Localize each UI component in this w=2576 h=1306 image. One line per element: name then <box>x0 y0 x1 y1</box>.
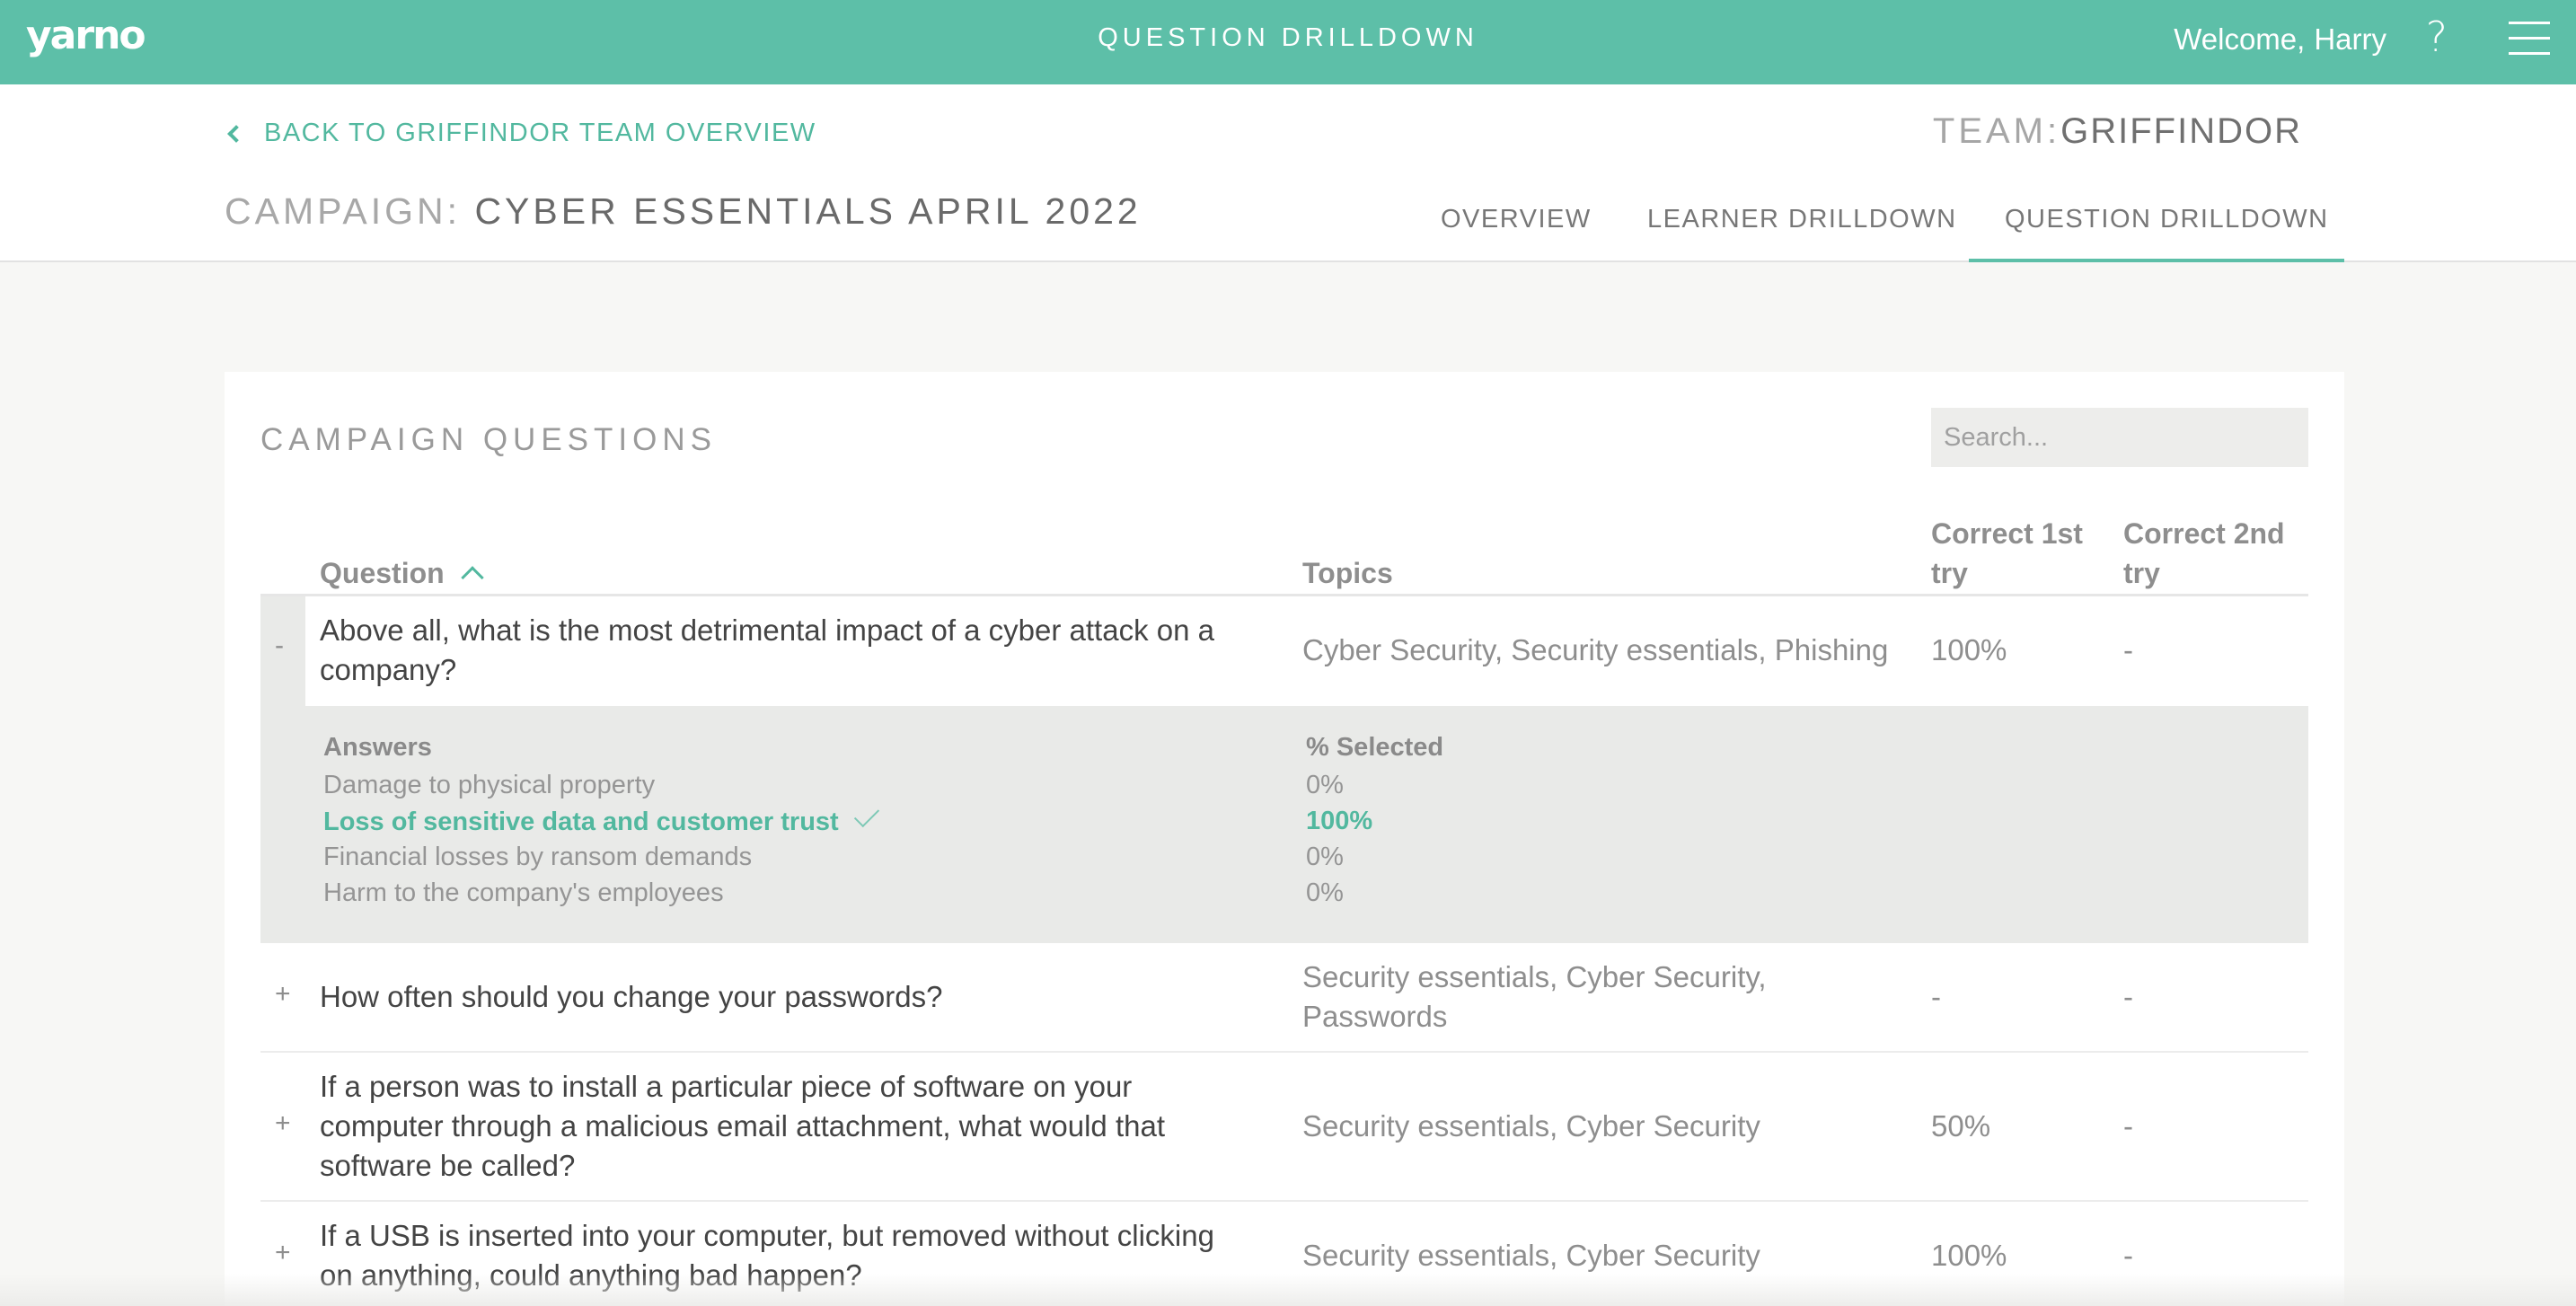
answer-percent: 0% <box>1306 878 1344 907</box>
checkmark-icon <box>853 801 879 828</box>
topics-text: Cyber Security, Security essentials, Phi… <box>1302 633 1889 666</box>
welcome-message: Welcome, Harry <box>2174 22 2386 57</box>
correct-2nd-value: - <box>2123 1239 2133 1272</box>
table-row[interactable]: + If a person was to install a particula… <box>260 1053 2308 1202</box>
user-name: Harry <box>2314 22 2386 56</box>
collapse-toggle[interactable]: - <box>275 631 284 661</box>
team-label: TEAM: <box>1932 111 2061 151</box>
answer-option: Financial losses by ransom demands <box>323 843 753 871</box>
back-to-team-overview-link[interactable]: BACK TO GRIFFINDOR TEAM OVERVIEW <box>225 119 816 148</box>
campaign-label: CAMPAIGN: <box>225 190 462 232</box>
question-text: Above all, what is the most detrimental … <box>320 613 1214 686</box>
tab-learner-drilldown[interactable]: LEARNER DRILLDOWN <box>1647 205 1957 234</box>
card-title: CAMPAIGN QUESTIONS <box>260 422 717 457</box>
expand-toggle[interactable]: + <box>275 1238 291 1268</box>
campaign-name: CYBER ESSENTIALS APRIL 2022 <box>474 190 1142 232</box>
campaign-title: CAMPAIGN: CYBER ESSENTIALS APRIL 2022 <box>225 190 1142 233</box>
hamburger-menu-icon[interactable] <box>2509 22 2550 56</box>
team-indicator: TEAM:GRIFFINDOR <box>1933 111 2302 152</box>
help-icon[interactable]: ? <box>2426 13 2448 61</box>
column-header-topics[interactable]: Topics <box>1302 553 1393 593</box>
expand-toggle[interactable]: + <box>275 979 291 1010</box>
correct-1st-value: - <box>1931 980 1941 1013</box>
tab-question-drilldown[interactable]: QUESTION DRILLDOWN <box>1969 176 2344 262</box>
question-text: How often should you change your passwor… <box>320 980 943 1013</box>
table-header: Question Topics Correct 1st try Correct … <box>260 503 2308 596</box>
sort-ascending-icon[interactable] <box>460 566 484 589</box>
correct-1st-value: 50% <box>1931 1109 1991 1143</box>
correct-2nd-value: - <box>2123 980 2133 1013</box>
team-name: GRIFFINDOR <box>2060 111 2302 151</box>
column-header-question[interactable]: Question <box>320 553 484 593</box>
campaign-questions-card: CAMPAIGN QUESTIONS Question Topics Corre… <box>225 372 2344 1306</box>
search-input[interactable] <box>1931 408 2308 467</box>
correct-1st-value: 100% <box>1931 633 2007 666</box>
answer-percent: 0% <box>1306 843 1344 871</box>
topics-text: Security essentials, Cyber Security, Pas… <box>1302 960 1767 1033</box>
answers-header: Answers <box>323 733 432 762</box>
answer-option: Damage to physical property <box>323 771 656 799</box>
question-text: If a person was to install a particular … <box>320 1070 1165 1182</box>
expand-toggle[interactable]: + <box>275 1108 291 1139</box>
correct-2nd-value: - <box>2123 633 2133 666</box>
answer-option: Harm to the company's employees <box>323 878 724 907</box>
topics-text: Security essentials, Cyber Security <box>1302 1109 1760 1143</box>
answer-option-correct: Loss of sensitive data and customer trus… <box>323 801 879 837</box>
tab-overview[interactable]: OVERVIEW <box>1441 205 1592 234</box>
bottom-shadow <box>0 1274 2576 1306</box>
topics-text: Security essentials, Cyber Security <box>1302 1239 1760 1272</box>
correct-2nd-value: - <box>2123 1109 2133 1143</box>
table-row[interactable]: + How often should you change your passw… <box>260 943 2308 1053</box>
table-row[interactable]: - Above all, what is the most detrimenta… <box>260 596 2308 706</box>
percent-selected-header: % Selected <box>1306 733 1444 762</box>
back-link-label: BACK TO GRIFFINDOR TEAM OVERVIEW <box>264 119 816 147</box>
answer-percent: 0% <box>1306 771 1344 799</box>
welcome-prefix: Welcome, <box>2174 22 2306 56</box>
top-bar: yarno QUESTION DRILLDOWN Welcome, Harry ? <box>0 0 2576 84</box>
correct-1st-value: 100% <box>1931 1239 2007 1272</box>
answer-percent: 100% <box>1306 807 1373 835</box>
answers-panel: Answers % Selected Damage to physical pr… <box>260 706 2308 943</box>
chevron-left-icon <box>227 124 245 143</box>
column-header-correct-1st[interactable]: Correct 1st try <box>1931 514 2083 593</box>
column-header-correct-2nd[interactable]: Correct 2nd try <box>2123 514 2285 593</box>
